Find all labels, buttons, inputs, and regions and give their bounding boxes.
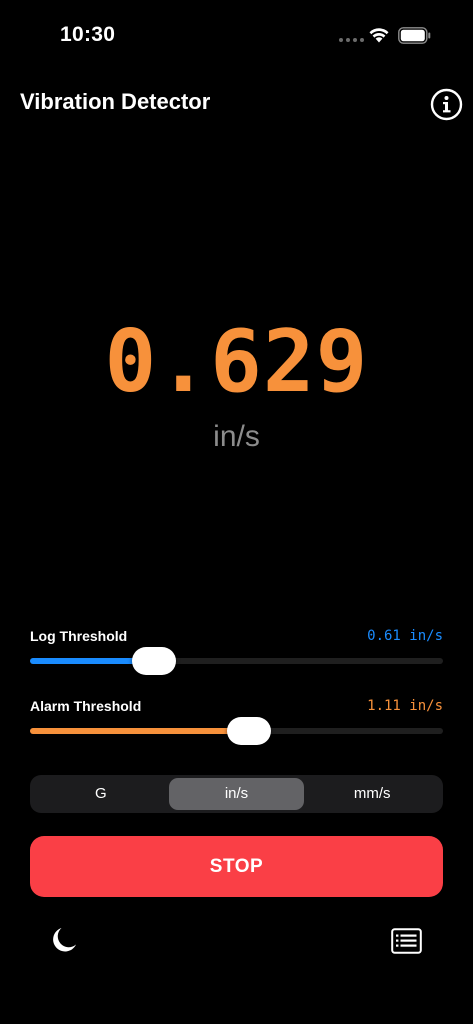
log-threshold-label: Log Threshold <box>30 628 128 644</box>
alarm-threshold-fill <box>30 728 249 734</box>
alarm-threshold-slider[interactable] <box>30 717 443 745</box>
stop-button[interactable]: STOP <box>30 836 443 897</box>
unit-option-mm-s[interactable]: mm/s <box>304 778 440 810</box>
cellular-signal-icon <box>339 38 364 42</box>
alarm-threshold-value: 1.11 in/s <box>367 698 443 714</box>
status-time: 10:30 <box>60 23 116 46</box>
alarm-threshold-thumb[interactable] <box>226 717 271 745</box>
page-title: Vibration Detector <box>20 89 211 114</box>
vibration-reading: 0.629 <box>104 312 369 412</box>
log-threshold-value: 0.61 in/s <box>367 628 443 644</box>
moon-icon[interactable] <box>49 925 79 955</box>
log-threshold-thumb[interactable] <box>131 647 176 675</box>
units-segmented-control: G in/s mm/s <box>30 775 443 813</box>
app-screen: 10:30 Vibration Detector 0.629 in/s Log … <box>0 0 473 1024</box>
log-list-icon[interactable] <box>391 928 422 954</box>
info-icon[interactable] <box>430 88 463 121</box>
wifi-icon <box>369 28 389 43</box>
reading-unit: in/s <box>213 420 260 453</box>
alarm-threshold-label: Alarm Threshold <box>30 698 142 714</box>
unit-option-in-s[interactable]: in/s <box>168 778 305 810</box>
unit-option-g[interactable]: G <box>33 778 169 810</box>
log-threshold-slider[interactable] <box>30 647 443 675</box>
battery-icon <box>398 27 431 44</box>
